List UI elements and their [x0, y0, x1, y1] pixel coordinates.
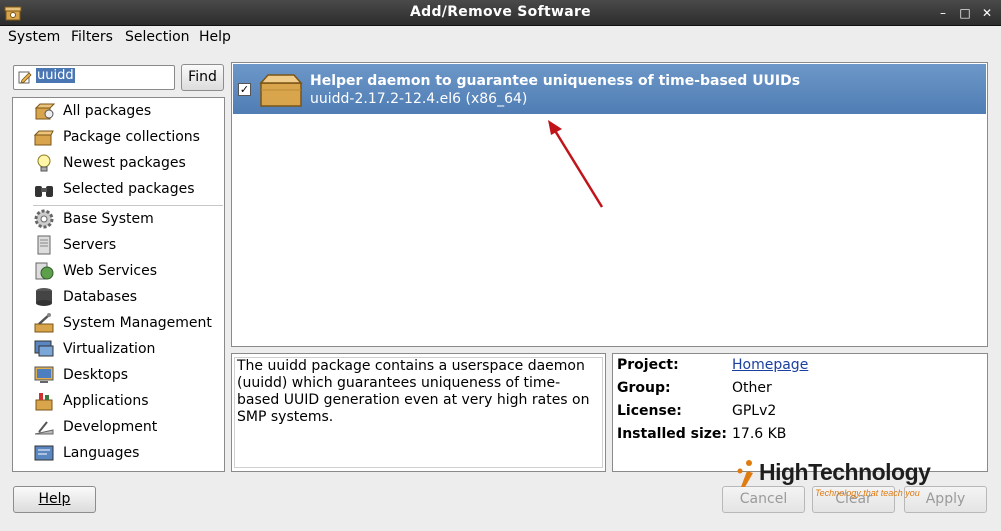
sidebar-item-newest-packages[interactable]: Newest packages — [33, 151, 223, 175]
package-row[interactable]: ✓ Helper daemon to guarantee uniqueness … — [233, 64, 986, 114]
sidebar-item-label: All packages — [63, 103, 152, 119]
all-packages-icon — [34, 103, 55, 120]
package-checkbox[interactable]: ✓ — [238, 83, 251, 96]
package-description: The uuidd package contains a userspace d… — [231, 353, 606, 472]
menu-bar: System Filters Selection Help — [0, 26, 1001, 50]
watermark-logo-icon — [737, 460, 753, 487]
binoculars-icon — [35, 186, 53, 197]
menu-filters[interactable]: Filters — [71, 29, 113, 45]
sidebar-item-label: Databases — [63, 289, 138, 305]
sidebar-item-label: Package collections — [63, 129, 200, 145]
sidebar-item-desktops[interactable]: Desktops — [33, 363, 223, 387]
sidebar-item-system-management[interactable]: System Management — [33, 311, 223, 335]
system-management-icon — [34, 313, 54, 333]
license-label: License: — [617, 403, 682, 419]
sidebar-item-label: Desktops — [63, 367, 129, 383]
sidebar-item-base-system[interactable]: Base System — [33, 207, 223, 231]
watermark: HighTechnology Technology that teach you — [735, 457, 935, 499]
sidebar-item-label: Servers — [63, 237, 117, 253]
sidebar-item-label: Web Services — [63, 263, 158, 279]
group-label: Group: — [617, 380, 671, 396]
close-button[interactable]: ✕ — [977, 3, 997, 23]
sidebar-item-label: Applications — [63, 393, 149, 409]
sidebar-item-label: Selected packages — [63, 181, 195, 197]
languages-icon — [34, 445, 54, 461]
title-bar: Add/Remove Software – □ ✕ — [0, 0, 1001, 26]
watermark-tagline: Technology that teach you — [815, 488, 920, 498]
group-sidebar: All packages Package collections Newest … — [12, 97, 225, 472]
virtualization-icon — [34, 340, 54, 357]
find-button[interactable]: Find — [181, 64, 224, 91]
sidebar-item-label: Languages — [63, 445, 140, 461]
help-button[interactable]: Help — [13, 486, 96, 513]
minimize-button[interactable]: – — [933, 3, 953, 23]
package-box-icon — [259, 74, 303, 107]
menu-system[interactable]: System — [8, 29, 60, 45]
search-value: uuidd — [36, 68, 75, 83]
package-collections-icon — [33, 130, 54, 146]
sidebar-item-applications[interactable]: Applications — [33, 389, 223, 413]
sidebar-item-label: Base System — [63, 211, 154, 227]
sidebar-item-languages[interactable]: Languages — [33, 441, 223, 465]
search-input[interactable]: uuidd — [13, 65, 175, 90]
window-title: Add/Remove Software — [410, 4, 591, 20]
sidebar-item-development[interactable]: Development — [33, 415, 223, 439]
sidebar-item-label: System Management — [63, 315, 212, 331]
watermark-name: HighTechnology — [759, 459, 931, 485]
development-icon — [34, 421, 54, 435]
sidebar-item-label: Newest packages — [63, 155, 186, 171]
package-version: uuidd-2.17.2-12.4.el6 (x86_64) — [310, 91, 528, 107]
sidebar-item-servers[interactable]: Servers — [33, 233, 223, 257]
package-summary: Helper daemon to guarantee uniqueness of… — [310, 73, 801, 89]
edit-icon — [18, 71, 32, 84]
sidebar-item-package-collections[interactable]: Package collections — [33, 125, 223, 149]
installed-size-label: Installed size: — [617, 426, 728, 442]
menu-selection[interactable]: Selection — [125, 29, 190, 45]
lightbulb-icon — [37, 154, 51, 172]
gear-icon — [34, 209, 54, 229]
sidebar-item-label: Development — [63, 419, 158, 435]
sidebar-item-web-services[interactable]: Web Services — [33, 259, 223, 283]
license-value: GPLv2 — [732, 403, 777, 419]
desktop-icon — [34, 366, 54, 383]
menu-help[interactable]: Help — [199, 29, 231, 45]
applications-icon — [35, 393, 53, 411]
server-icon — [37, 235, 51, 255]
annotation-arrow — [548, 120, 604, 208]
globe-icon — [35, 262, 54, 280]
group-value: Other — [732, 380, 772, 396]
installed-size-value: 17.6 KB — [732, 426, 787, 442]
help-button-label: Help — [38, 491, 71, 507]
sidebar-item-label: Virtualization — [63, 341, 156, 357]
package-details: Project: Homepage Group: Other License: … — [612, 353, 988, 472]
sidebar-item-databases[interactable]: Databases — [33, 285, 223, 309]
sidebar-item-all-packages[interactable]: All packages — [33, 99, 223, 123]
sidebar-separator — [33, 205, 223, 206]
sidebar-item-virtualization[interactable]: Virtualization — [33, 337, 223, 361]
maximize-button[interactable]: □ — [955, 3, 975, 23]
project-label: Project: — [617, 357, 679, 373]
description-text: The uuidd package contains a userspace d… — [234, 357, 603, 468]
sidebar-item-selected-packages[interactable]: Selected packages — [33, 177, 223, 201]
homepage-link[interactable]: Homepage — [732, 357, 808, 373]
database-icon — [36, 288, 52, 306]
